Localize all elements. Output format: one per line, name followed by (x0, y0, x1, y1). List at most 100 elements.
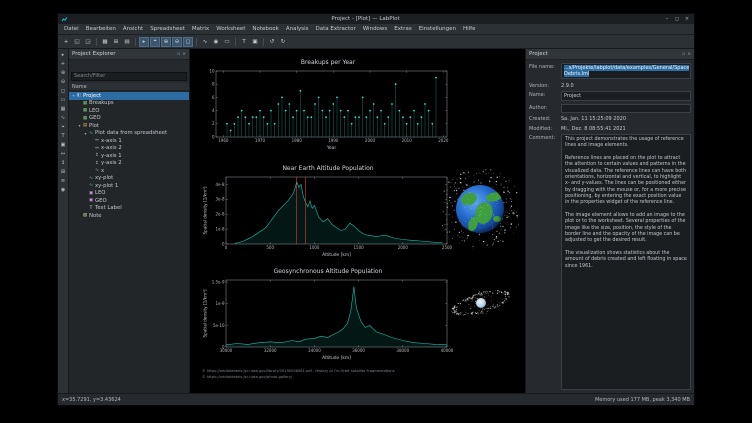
dock-close-icon[interactable]: × (182, 52, 186, 57)
menu-analysis[interactable]: Analysis (283, 25, 312, 33)
tool-list-icon[interactable]: ≡ (59, 177, 68, 185)
titlebar[interactable]: Project - [Plot] — LabPlot – ◻ × (58, 14, 694, 24)
prop-value-author[interactable] (561, 104, 691, 113)
tool-zoom-fit-icon[interactable]: ◻ (59, 87, 68, 95)
project-properties-dock-title[interactable]: Project ▫ × (526, 49, 694, 60)
tool-select-icon[interactable]: ▸ (59, 51, 68, 59)
tree-item-plot[interactable]: ▾▤Plot (69, 122, 189, 130)
leo-debris-image[interactable] (440, 167, 520, 257)
zoom-in-icon[interactable]: ⊕ (161, 37, 171, 47)
menu-matrix[interactable]: Matrix (189, 25, 212, 33)
geosynchronous-population-chart[interactable]: 30000320003400036000380004000005e-101e-9… (202, 277, 454, 360)
geo-debris-image[interactable] (448, 277, 514, 335)
menu-spreadsheet[interactable]: Spreadsheet (147, 25, 188, 33)
menu-hilfe[interactable]: Hilfe (460, 25, 479, 33)
tool-move-icon[interactable]: + (59, 60, 68, 68)
new-matrix-icon[interactable]: ⊞ (111, 37, 121, 47)
tree-item-geo[interactable]: ▦GEO (69, 115, 189, 123)
tree-item-label: GEO (95, 198, 107, 204)
plot-near-earth-population[interactable]: Near Earth Altitude Population 050010001… (202, 164, 454, 261)
menu-ansicht[interactable]: Ansicht (120, 25, 146, 33)
prop-value-name[interactable]: Project (561, 91, 691, 101)
tree-item-y-axis-2[interactable]: ↕y-axis 2 (69, 160, 189, 168)
project-explorer-dock-title[interactable]: Project Explorer ▫ × (69, 49, 189, 60)
near-earth-population-chart[interactable]: 0500100015002000250001e-82e-83e-84e-8Alt… (202, 174, 454, 257)
tree-item-geo[interactable]: ▣GEO (69, 197, 189, 205)
open-project-icon[interactable]: ◱ (72, 37, 82, 47)
tree-item-project[interactable]: ▾◧Project (69, 92, 189, 100)
tree-item-x-axis-2[interactable]: ↔x-axis 2 (69, 145, 189, 153)
new-worksheet-icon[interactable]: ▤ (122, 37, 132, 47)
tree-item-xy-plot[interactable]: ∿xy-plot (69, 175, 189, 183)
menu-notebook[interactable]: Notebook (249, 25, 281, 33)
add-legend-icon[interactable]: ▭ (222, 37, 232, 47)
tree-item-x-axis-1[interactable]: ↔x-axis 1 (69, 137, 189, 145)
tool-point-icon[interactable]: ◉ (59, 186, 68, 194)
svg-text:1980: 1980 (292, 138, 303, 143)
menu-bearbeiten[interactable]: Bearbeiten (83, 25, 119, 33)
menu-data-extractor[interactable]: Data Extractor (313, 25, 359, 33)
plot-icon: ∿ (88, 176, 94, 181)
menu-datei[interactable]: Datei (61, 25, 82, 33)
tool-spreadsheet-icon[interactable]: ▦ (59, 105, 68, 113)
tree-item-x[interactable]: ∿x (69, 167, 189, 175)
tool-vertical-axis-icon[interactable]: ↕ (59, 159, 68, 167)
tool-horizontal-axis-icon[interactable]: ↔ (59, 150, 68, 158)
new-spreadsheet-icon[interactable]: ▦ (100, 37, 110, 47)
dock-float-icon[interactable]: ▫ (177, 52, 180, 57)
tree-item-label: Plot (89, 123, 99, 129)
prop-value-comment[interactable]: This project demonstrates the usage of r… (561, 134, 691, 390)
breakups-per-year-chart[interactable]: 19601970198019902000201020200246810Year (202, 68, 454, 150)
prop-value-file-name[interactable]: ...s/Projekte/labplot/data/examples/Gene… (561, 63, 691, 79)
undo-icon[interactable]: ↺ (267, 37, 277, 47)
note-icon: ▧ (82, 213, 88, 218)
prop-label-author: Author: (529, 104, 559, 111)
redo-icon[interactable]: ↻ (278, 37, 288, 47)
zoom-fit-icon[interactable]: ◻ (183, 37, 193, 47)
labplot-window: Project - [Plot] — LabPlot – ◻ × DateiBe… (57, 13, 695, 406)
tree-item-y-axis-1[interactable]: ↕y-axis 1 (69, 152, 189, 160)
tree-item-xy-plot-1[interactable]: ∿xy-plot 1 (69, 182, 189, 190)
tool-crosshair-icon[interactable]: ⌖ (59, 123, 68, 131)
plot-breakups-per-year[interactable]: Breakups per Year 1960197019801990200020… (202, 58, 454, 154)
tree-item-breakups[interactable]: ▦Breakups (69, 100, 189, 108)
project-explorer-dock: Project Explorer ▫ × Name ▾◧Project▦Brea… (69, 49, 190, 393)
tool-image-icon[interactable]: ▣ (59, 141, 68, 149)
tool-matrix-icon[interactable]: ⊞ (59, 168, 68, 176)
add-image-icon[interactable]: ▣ (250, 37, 260, 47)
zoom-out-icon[interactable]: ⊖ (172, 37, 182, 47)
menu-einstellungen[interactable]: Einstellungen (416, 25, 459, 33)
dock-float-icon[interactable]: ▫ (682, 52, 685, 57)
add-text-label-icon[interactable]: T (239, 37, 249, 47)
plot-geosynchronous-population[interactable]: Geosynchronous Altitude Population 30000… (202, 267, 454, 364)
tree-item-text-label[interactable]: TText Label (69, 205, 189, 213)
maximize-button[interactable]: ◻ (673, 16, 681, 22)
svg-text:3e-8: 3e-8 (216, 197, 225, 202)
tree-item-note[interactable]: ▧Note (69, 212, 189, 220)
new-project-icon[interactable]: + (61, 37, 71, 47)
project-explorer-title-label: Project Explorer (72, 51, 115, 57)
tool-zoom-out-icon[interactable]: ⊖ (59, 78, 68, 86)
tool-text-icon[interactable]: T (59, 132, 68, 140)
tree-item-leo[interactable]: ▦LEO (69, 107, 189, 115)
add-curve-icon[interactable]: ◉ (211, 37, 221, 47)
tool-zoom-in-icon[interactable]: ⊕ (59, 69, 68, 77)
tool-curve-icon[interactable]: ∿ (59, 114, 68, 122)
close-button[interactable]: × (683, 16, 691, 22)
add-plot-icon[interactable]: ∿ (200, 37, 210, 47)
menu-extras[interactable]: Extras (391, 25, 414, 33)
menu-windows[interactable]: Windows (360, 25, 391, 33)
dock-close-icon[interactable]: × (687, 52, 691, 57)
search-input[interactable] (71, 72, 187, 81)
minimize-button[interactable]: – (663, 16, 671, 22)
tree-item-plot-data-from-spreadsheet[interactable]: ▾∿Plot data from spreadsheet (69, 130, 189, 138)
tree-column-header[interactable]: Name (69, 83, 189, 91)
crosshair-mode-icon[interactable]: ⌖ (150, 37, 160, 47)
select-mode-icon[interactable]: ▸ (139, 37, 149, 47)
tool-legend-icon[interactable]: ▭ (59, 96, 68, 104)
worksheet-view[interactable]: Breakups per Year 1960197019801990200020… (190, 49, 525, 393)
project-properties-dock: Project ▫ × File name:...s/Projekte/labp… (525, 49, 694, 393)
menu-worksheet[interactable]: Worksheet (213, 25, 248, 33)
save-project-icon[interactable]: ◲ (83, 37, 93, 47)
tree-item-leo[interactable]: ▣LEO (69, 190, 189, 198)
